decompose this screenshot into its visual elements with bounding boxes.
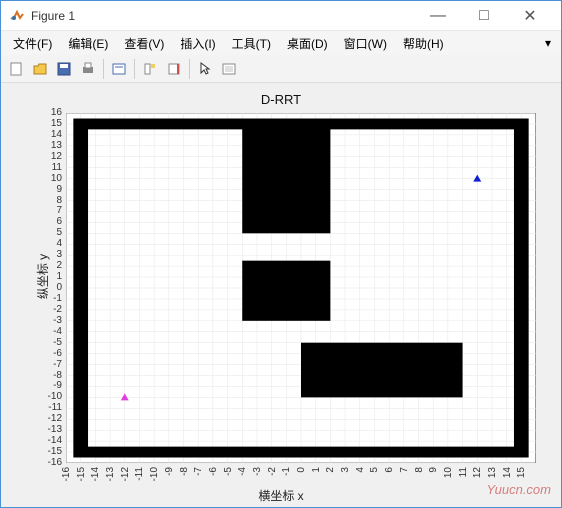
toolbar-separator xyxy=(103,59,104,79)
toolbar-separator xyxy=(189,59,190,79)
edit-plot-button[interactable] xyxy=(218,58,240,80)
menu-window[interactable]: 窗口(W) xyxy=(336,32,395,55)
pointer-button[interactable] xyxy=(194,58,216,80)
toolbar xyxy=(1,55,561,83)
menu-view[interactable]: 查看(V) xyxy=(116,32,172,55)
watermark: Yuucn.com xyxy=(486,482,551,497)
menu-insert[interactable]: 插入(I) xyxy=(172,32,223,55)
plot-canvas xyxy=(66,113,536,463)
print-button[interactable] xyxy=(77,58,99,80)
menu-help[interactable]: 帮助(H) xyxy=(395,32,452,55)
toolbar-separator xyxy=(134,59,135,79)
save-button[interactable] xyxy=(53,58,75,80)
figure-window: Figure 1 — □ ✕ 文件(F) 编辑(E) 查看(V) 插入(I) 工… xyxy=(0,0,562,508)
menu-edit[interactable]: 编辑(E) xyxy=(60,32,116,55)
menu-dropdown[interactable]: ▾ xyxy=(452,36,557,50)
open-button[interactable] xyxy=(29,58,51,80)
data-cursor-button[interactable] xyxy=(139,58,161,80)
new-figure-button[interactable] xyxy=(5,58,27,80)
minimize-button[interactable]: — xyxy=(415,1,461,30)
menubar: 文件(F) 编辑(E) 查看(V) 插入(I) 工具(T) 桌面(D) 窗口(W… xyxy=(1,31,561,55)
maximize-button[interactable]: □ xyxy=(461,1,507,30)
titlebar: Figure 1 — □ ✕ xyxy=(1,1,561,31)
menu-tools[interactable]: 工具(T) xyxy=(224,32,279,55)
figure-area: D-RRT 纵坐标 y 横坐标 x -16-15-14-13-12-11-10-… xyxy=(1,83,561,507)
matlab-icon xyxy=(9,8,25,24)
close-button[interactable]: ✕ xyxy=(507,1,553,30)
colorbar-button[interactable] xyxy=(163,58,185,80)
x-axis-label: 横坐标 x xyxy=(1,487,561,504)
link-button[interactable] xyxy=(108,58,130,80)
chart-title: D-RRT xyxy=(1,92,561,107)
window-title: Figure 1 xyxy=(31,9,415,23)
menu-desktop[interactable]: 桌面(D) xyxy=(279,32,336,55)
menu-file[interactable]: 文件(F) xyxy=(5,32,60,55)
